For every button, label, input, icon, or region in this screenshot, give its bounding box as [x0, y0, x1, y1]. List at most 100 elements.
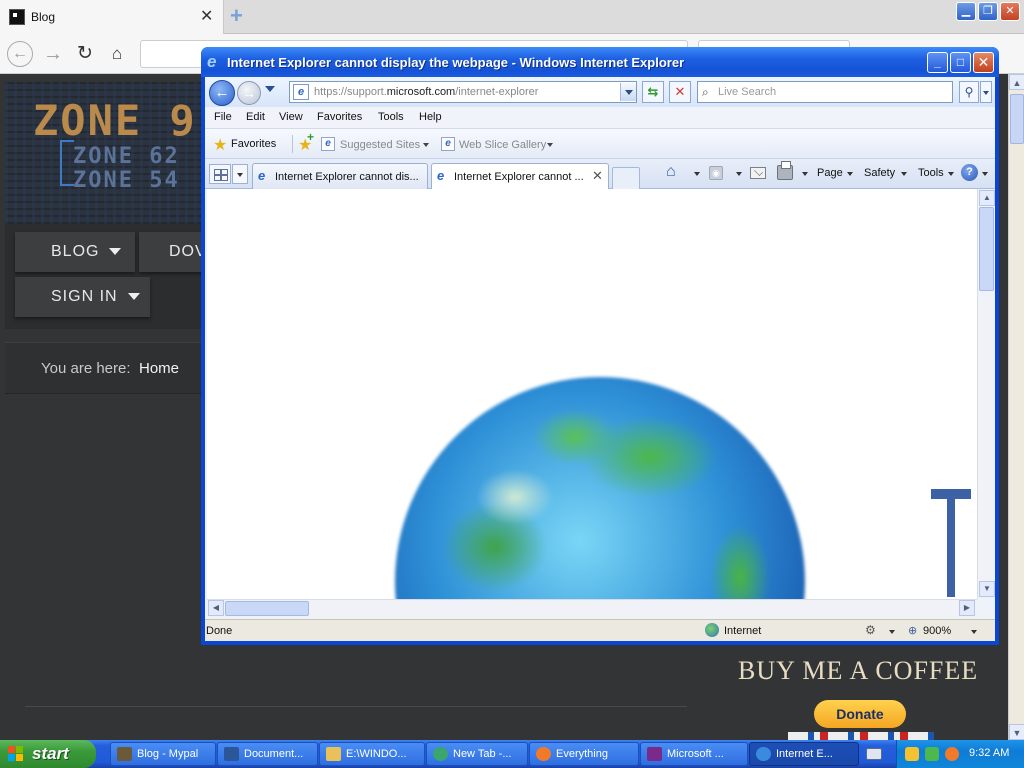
- task-microsoft[interactable]: Microsoft ...: [640, 742, 748, 766]
- chevron-down-icon[interactable]: [971, 630, 977, 634]
- security-shield-icon[interactable]: [905, 747, 919, 761]
- task-label: Document...: [244, 748, 304, 760]
- minimize-button[interactable]: ▁: [956, 2, 976, 21]
- web-slice-gallery-button[interactable]: Web Slice Gallery: [459, 139, 546, 151]
- feeds-icon[interactable]: ◉: [709, 166, 723, 180]
- chevron-down-icon[interactable]: [736, 172, 742, 176]
- new-tab-button[interactable]: [612, 167, 640, 189]
- home-icon[interactable]: ⌂: [666, 163, 676, 181]
- horizontal-scrollbar[interactable]: ◀ ▶: [207, 599, 977, 617]
- scroll-right-icon[interactable]: ▶: [959, 600, 975, 616]
- chevron-down-icon[interactable]: [982, 172, 988, 176]
- protected-mode-icon[interactable]: ⚙: [865, 623, 876, 637]
- ie-title-bar[interactable]: e Internet Explorer cannot display the w…: [201, 47, 999, 77]
- menu-view[interactable]: View: [279, 111, 303, 123]
- scroll-down-icon[interactable]: ▼: [1009, 724, 1024, 740]
- close-window-button[interactable]: ✕: [1000, 2, 1020, 21]
- home-icon[interactable]: ⌂: [104, 41, 130, 67]
- minimize-button[interactable]: _: [927, 52, 948, 73]
- menu-help[interactable]: Help: [419, 111, 442, 123]
- search-input[interactable]: ⌕ Live Search: [697, 81, 953, 103]
- read-mail-icon[interactable]: [750, 167, 766, 179]
- scroll-up-icon[interactable]: ▲: [979, 190, 995, 206]
- menu-edit[interactable]: Edit: [246, 111, 265, 123]
- menu-tools[interactable]: Tools: [378, 111, 404, 123]
- logo-bracket-decoration: [60, 140, 74, 186]
- chevron-down-icon[interactable]: [423, 143, 429, 147]
- address-bar[interactable]: e https://support.microsoft.com/internet…: [289, 81, 637, 103]
- menu-file[interactable]: File: [214, 111, 232, 123]
- zoom-icon[interactable]: ⊕: [908, 624, 917, 637]
- chevron-down-icon[interactable]: [948, 172, 954, 176]
- task-explorer-folder[interactable]: E:\WINDO...: [319, 742, 425, 766]
- language-bar-icon[interactable]: [866, 748, 882, 760]
- scroll-left-icon[interactable]: ◀: [208, 600, 224, 616]
- restore-button[interactable]: ❐: [978, 2, 998, 21]
- everything-tray-icon[interactable]: [945, 747, 959, 761]
- breadcrumb-home-link[interactable]: Home: [139, 360, 179, 377]
- back-icon[interactable]: ←: [209, 80, 235, 106]
- start-button[interactable]: start: [0, 740, 96, 768]
- scrollbar-thumb[interactable]: [1010, 94, 1024, 144]
- task-label: Blog - Mypal: [137, 748, 199, 760]
- browser-tab-blog[interactable]: Blog ✕: [0, 0, 224, 34]
- page-menu-button[interactable]: Page: [817, 167, 843, 179]
- chevron-down-icon[interactable]: [802, 172, 808, 176]
- recent-pages-dropdown-icon[interactable]: [265, 86, 275, 92]
- safety-menu-button[interactable]: Safety: [864, 167, 895, 179]
- forward-icon[interactable]: →: [237, 81, 261, 105]
- favorites-button[interactable]: Favorites: [231, 138, 276, 150]
- suggested-sites-button[interactable]: Suggested Sites: [340, 139, 420, 151]
- vertical-scrollbar[interactable]: ▲ ▼: [977, 189, 995, 599]
- close-tab-icon[interactable]: ✕: [592, 168, 603, 184]
- clock[interactable]: 9:32 AM: [969, 747, 1009, 759]
- network-icon[interactable]: [925, 747, 939, 761]
- scroll-down-icon[interactable]: ▼: [979, 581, 995, 597]
- donate-button[interactable]: Donate: [814, 700, 906, 728]
- back-icon[interactable]: ←: [7, 41, 33, 67]
- chevron-down-icon[interactable]: [889, 630, 895, 634]
- favorites-star-icon[interactable]: ★: [213, 135, 227, 155]
- help-icon[interactable]: ?: [961, 164, 978, 181]
- task-new-tab[interactable]: New Tab -...: [426, 742, 528, 766]
- tab-1[interactable]: e Internet Explorer cannot dis...: [252, 163, 428, 189]
- page-scrollbar[interactable]: ▲ ▼: [1008, 74, 1024, 740]
- print-icon[interactable]: [777, 161, 793, 180]
- chevron-down-icon[interactable]: [694, 172, 700, 176]
- forward-icon[interactable]: →: [40, 41, 66, 67]
- zoom-level[interactable]: 900%: [923, 625, 951, 637]
- tools-menu-button[interactable]: Tools: [918, 167, 944, 179]
- search-options-dropdown-icon[interactable]: [980, 81, 992, 103]
- quick-tabs-icon[interactable]: [209, 164, 231, 184]
- scrollbar-thumb[interactable]: [225, 601, 309, 616]
- address-dropdown-icon[interactable]: [620, 83, 636, 101]
- scroll-up-icon[interactable]: ▲: [1009, 74, 1024, 90]
- scrollbar-thumb[interactable]: [979, 207, 994, 291]
- chevron-down-icon[interactable]: [547, 143, 553, 147]
- task-document[interactable]: Document...: [217, 742, 318, 766]
- menu-item-label: BLOG: [51, 243, 100, 260]
- task-everything[interactable]: Everything: [529, 742, 639, 766]
- menu-item-sign-in[interactable]: SIGN IN: [15, 277, 150, 317]
- close-window-button[interactable]: ✕: [973, 52, 994, 73]
- chevron-down-icon[interactable]: [901, 172, 907, 176]
- refresh-icon[interactable]: ⇆: [642, 81, 664, 103]
- tab-list-dropdown-icon[interactable]: [232, 164, 248, 184]
- site-logo[interactable]: ZONE 9: [33, 96, 197, 145]
- add-to-favorites-bar-icon[interactable]: ★: [298, 130, 314, 155]
- reload-icon[interactable]: ↻: [72, 41, 98, 67]
- task-blog-mypal[interactable]: Blog - Mypal: [110, 742, 216, 766]
- close-tab-icon[interactable]: ✕: [200, 6, 213, 26]
- stop-icon[interactable]: ✕: [669, 81, 691, 103]
- task-internet-explorer[interactable]: Internet E...: [749, 742, 859, 766]
- menu-favorites[interactable]: Favorites: [317, 111, 362, 123]
- tab-2-active[interactable]: e Internet Explorer cannot ... ✕: [431, 163, 609, 190]
- chevron-down-icon[interactable]: [847, 172, 853, 176]
- security-zone-label[interactable]: Internet: [724, 625, 761, 637]
- search-icon[interactable]: ⚲: [959, 81, 979, 103]
- page-content-area[interactable]: [207, 189, 977, 599]
- maximize-button[interactable]: □: [950, 52, 971, 73]
- menu-item-blog[interactable]: BLOG: [15, 232, 135, 272]
- internet-zone-icon: [705, 623, 719, 637]
- new-tab-icon[interactable]: +: [230, 3, 243, 29]
